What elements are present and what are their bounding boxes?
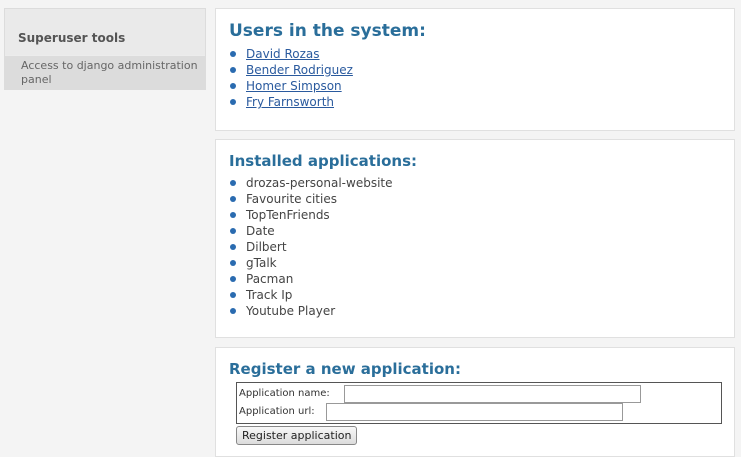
app-name: Track Ip (246, 288, 293, 302)
app-name: Date (246, 224, 275, 238)
app-name: Pacman (246, 272, 294, 286)
bullet-icon (230, 212, 236, 218)
list-item: Homer Simpson (229, 78, 353, 94)
bullet-icon (230, 180, 236, 186)
list-item: Favourite cities (229, 191, 393, 207)
bullet-icon (230, 83, 236, 89)
users-title: Users in the system: (229, 21, 426, 41)
django-admin-link[interactable]: Access to django administration panel (5, 55, 205, 89)
bullet-icon (230, 67, 236, 73)
list-item: Youtube Player (229, 303, 393, 319)
bullet-icon (230, 308, 236, 314)
bullet-icon (230, 196, 236, 202)
bullet-icon (230, 228, 236, 234)
application-name-input[interactable] (344, 385, 641, 403)
app-name: Dilbert (246, 240, 287, 254)
user-link[interactable]: Fry Farnsworth (246, 95, 334, 109)
bullet-icon (230, 51, 236, 57)
name-label: Application name: (239, 388, 330, 399)
register-form: Application name: Application url: (236, 382, 722, 424)
app-name: gTalk (246, 256, 277, 270)
list-item: David Rozas (229, 46, 353, 62)
users-panel: Users in the system: David Rozas Bender … (215, 8, 735, 131)
register-panel: Register a new application: Application … (215, 347, 735, 457)
list-item: Track Ip (229, 287, 393, 303)
register-application-button[interactable]: Register application (236, 426, 358, 445)
app-name: TopTenFriends (246, 208, 330, 222)
list-item: drozas-personal-website (229, 175, 393, 191)
bullet-icon (230, 244, 236, 250)
bullet-icon (230, 99, 236, 105)
apps-panel: Installed applications: drozas-personal-… (215, 139, 735, 338)
app-name: drozas-personal-website (246, 176, 393, 190)
list-item: gTalk (229, 255, 393, 271)
apps-list: drozas-personal-website Favourite cities… (229, 175, 393, 319)
register-title: Register a new application: (229, 360, 461, 378)
user-link[interactable]: David Rozas (246, 47, 320, 61)
bullet-icon (230, 260, 236, 266)
app-name: Youtube Player (246, 304, 336, 318)
list-item: Bender Rodriguez (229, 62, 353, 78)
name-row: Application name: (239, 385, 641, 403)
users-list: David Rozas Bender Rodriguez Homer Simps… (229, 46, 353, 110)
sidebar-title: Superuser tools (18, 31, 126, 45)
list-item: Dilbert (229, 239, 393, 255)
url-row: Application url: (239, 403, 623, 421)
sidebar: Superuser tools Access to django adminis… (4, 8, 206, 90)
user-link[interactable]: Homer Simpson (246, 79, 342, 93)
list-item: Fry Farnsworth (229, 94, 353, 110)
apps-title: Installed applications: (229, 152, 418, 170)
list-item: Pacman (229, 271, 393, 287)
app-name: Favourite cities (246, 192, 337, 206)
url-label: Application url: (239, 406, 315, 417)
bullet-icon (230, 292, 236, 298)
list-item: TopTenFriends (229, 207, 393, 223)
user-link[interactable]: Bender Rodriguez (246, 63, 353, 77)
bullet-icon (230, 276, 236, 282)
application-url-input[interactable] (326, 403, 623, 421)
list-item: Date (229, 223, 393, 239)
